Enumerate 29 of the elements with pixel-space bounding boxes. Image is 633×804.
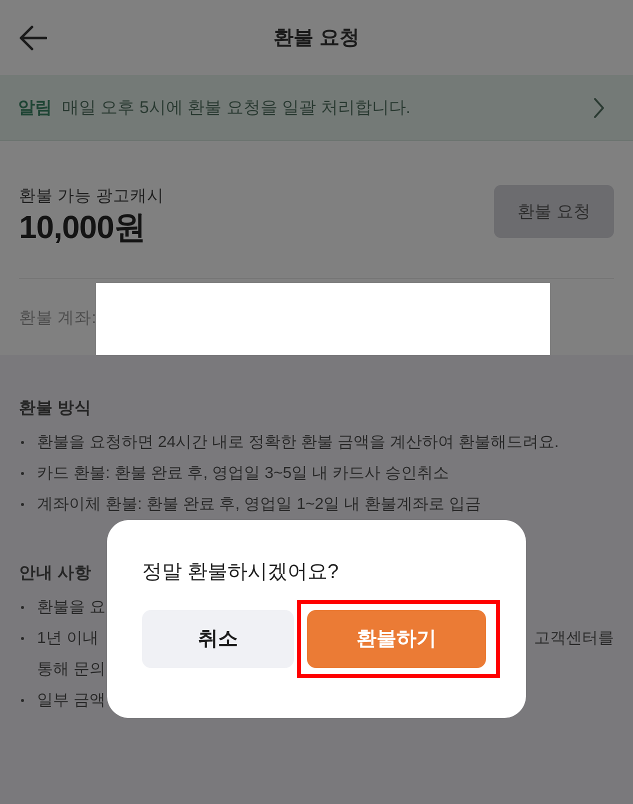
info-text: 고객센터를 xyxy=(534,629,614,649)
info-text: 환불을 요청하면 24시간 내로 정확한 환불 금액을 계산하여 환불해드려요. xyxy=(37,433,559,453)
chevron-right-icon xyxy=(593,96,605,118)
bullet-icon xyxy=(21,503,24,506)
bullet-icon xyxy=(21,472,24,475)
info-text: 환불을 요 xyxy=(37,598,106,618)
info-text: 일부 금액 xyxy=(37,691,106,711)
back-arrow-icon xyxy=(19,24,47,50)
dialog-message: 정말 환불하시겠어요? xyxy=(142,560,339,585)
cancel-button[interactable]: 취소 xyxy=(142,610,294,668)
refund-request-button[interactable]: 환불 요청 xyxy=(494,185,614,238)
bullet-icon xyxy=(21,699,24,702)
balance-amount: 10,000원 xyxy=(19,208,146,247)
info-text: 통해 문의 xyxy=(37,660,106,680)
notice-banner[interactable]: 알림 매일 오후 5시에 환불 요청을 일괄 처리합니다. xyxy=(0,75,633,141)
bullet-icon xyxy=(21,606,24,609)
section-title: 환불 방식 xyxy=(19,398,92,419)
info-text: 계좌이체 환불: 환불 완료 후, 영업일 1~2일 내 환불계좌로 입금 xyxy=(37,495,482,515)
notice-label: 알림 xyxy=(18,96,52,119)
balance-label: 환불 가능 광고캐시 xyxy=(19,186,164,207)
page-title: 환불 요청 xyxy=(272,26,360,50)
bullet-icon xyxy=(21,441,24,444)
section-title: 안내 사항 xyxy=(19,563,92,584)
info-text: 카드 환불: 환불 완료 후, 영업일 3~5일 내 카드사 승인취소 xyxy=(37,464,450,484)
back-button[interactable] xyxy=(19,24,47,50)
notice-text: 매일 오후 5시에 환불 요청을 일괄 처리합니다. xyxy=(62,96,411,119)
confirm-refund-button[interactable]: 환불하기 xyxy=(307,610,486,668)
info-text: 1년 이내 xyxy=(37,629,98,649)
bullet-icon xyxy=(21,637,24,640)
